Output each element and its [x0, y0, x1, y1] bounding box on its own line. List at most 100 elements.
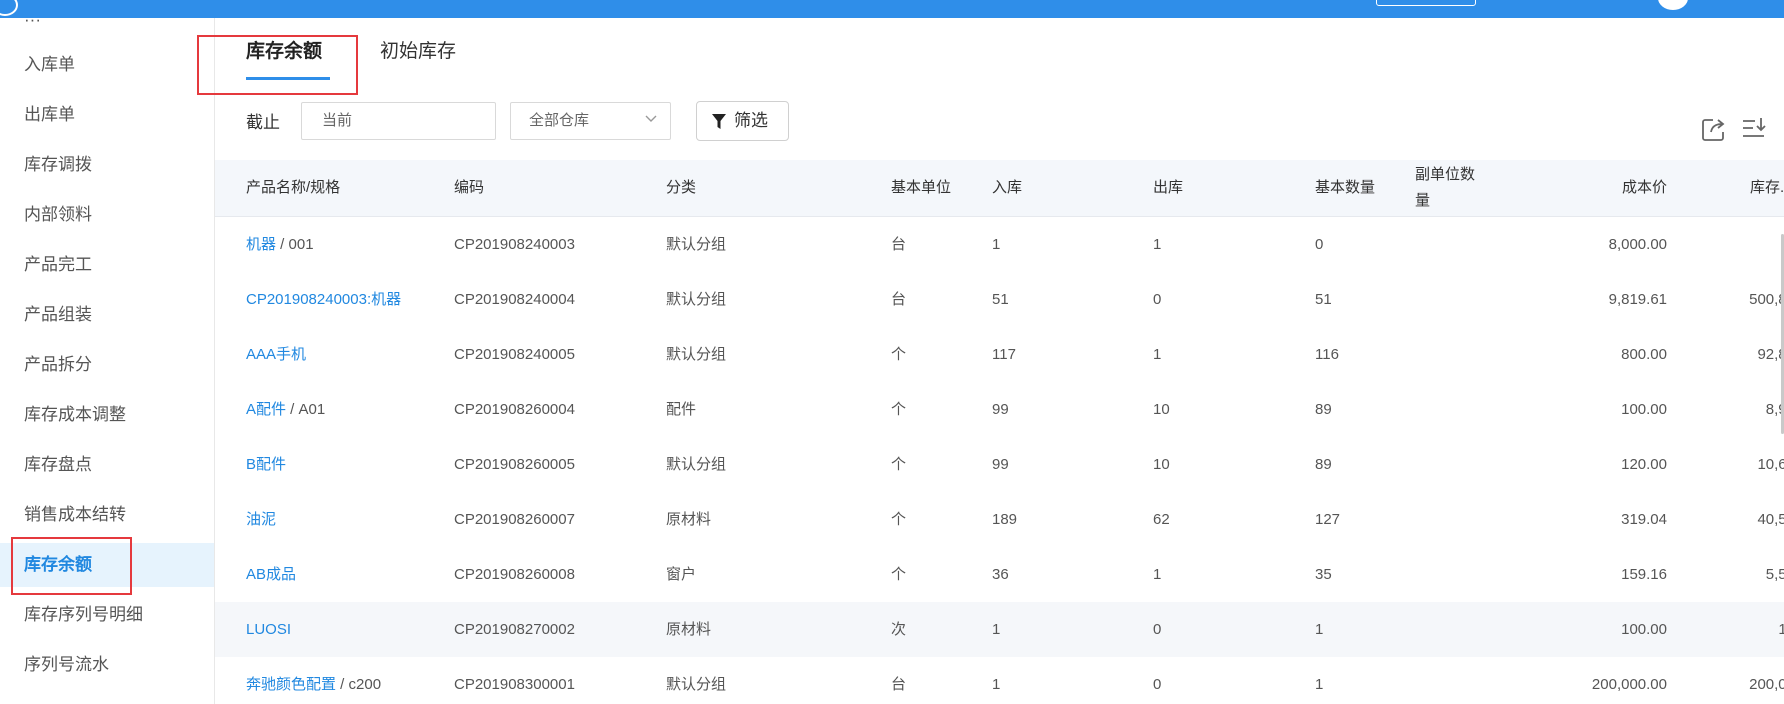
- sidebar-item-10[interactable]: 库存余额: [0, 543, 214, 587]
- cell-out: 1: [1153, 566, 1162, 583]
- product-spec: / A01: [286, 401, 326, 418]
- table-row[interactable]: AAA手机 CP201908240005 默认分组 个 117 1 116 800.00 92,…: [215, 327, 1784, 383]
- sidebar-item-11[interactable]: 库存序列号明细: [0, 593, 214, 637]
- product-name-link[interactable]: CP201908240003:机器: [246, 291, 401, 308]
- cell-cost: 120.00: [1621, 456, 1667, 473]
- table-row[interactable]: AB成品 CP201908260008 窗户 个 36 1 35 159.16 5,57: [215, 547, 1784, 603]
- cell-stock: 10: [1778, 621, 1784, 638]
- inventory-table: 产品名称/规格 编码 分类 基本单位 入库 出库 基本数量 副单位数量 成本价 …: [215, 160, 1784, 704]
- cell-qty: 116: [1315, 346, 1339, 363]
- product-name-link[interactable]: AAA手机: [246, 346, 306, 363]
- table-row[interactable]: 机器 / 001 CP201908240003 默认分组 台 1 1 0 8,000.00: [215, 217, 1784, 273]
- menu-icon[interactable]: [0, 0, 18, 16]
- avatar[interactable]: [1658, 0, 1688, 10]
- cell-out: 10: [1153, 456, 1170, 473]
- cell-out: 0: [1153, 291, 1162, 308]
- sidebar-item-9[interactable]: 销售成本结转: [0, 493, 214, 537]
- cell-cost: 9,819.61: [1608, 291, 1667, 308]
- col-header-in[interactable]: 入库: [992, 160, 1022, 216]
- table-row[interactable]: A配件 / A01 CP201908260004 配件 个 99 10 89 100.00 8,…: [215, 382, 1784, 438]
- export-icon[interactable]: [1700, 115, 1728, 143]
- tab-inventory-balance[interactable]: 库存余额: [246, 36, 322, 63]
- col-header-cost[interactable]: 成本价: [1601, 160, 1667, 216]
- product-name-link[interactable]: 机器: [246, 236, 276, 253]
- col-header-subqty[interactable]: 副单位数量: [1415, 162, 1485, 214]
- cell-cost: 159.16: [1621, 566, 1667, 583]
- sidebar-item-1[interactable]: 出库单: [0, 93, 214, 137]
- sidebar-item-8[interactable]: 库存盘点: [0, 443, 214, 487]
- product-name-cell: 机器 / 001: [246, 217, 314, 272]
- table-row[interactable]: B配件 CP201908260005 默认分组 个 99 10 89 120.00 10,68: [215, 437, 1784, 493]
- cell-unit: 次: [891, 621, 907, 638]
- col-header-stock[interactable]: 库存...: [1750, 160, 1784, 216]
- cell-qty: 127: [1315, 511, 1341, 528]
- product-name-link[interactable]: 油泥: [246, 511, 276, 528]
- col-header-qty[interactable]: 基本数量: [1315, 160, 1375, 216]
- table-row[interactable]: LUOSICP201908270002原材料次101100.0010: [215, 602, 1784, 658]
- product-spec: / c200: [336, 676, 382, 693]
- cell-out: 62: [1153, 511, 1170, 528]
- cell-unit: 台: [891, 676, 907, 693]
- sidebar-item-2[interactable]: 库存调拨: [0, 143, 214, 187]
- cell-cost: 8,000.00: [1608, 236, 1667, 253]
- cell-qty: 89: [1315, 401, 1332, 418]
- cell-in: 1: [992, 236, 1001, 253]
- table-row[interactable]: 奔驰颜色配置 / c200 CP201908300001 默认分组 台 1 0 1 200,0…: [215, 657, 1784, 704]
- sidebar-item-12[interactable]: 序列号流水: [0, 643, 214, 687]
- cell-code: CP201908300001: [454, 676, 575, 693]
- warehouse-select[interactable]: 全部仓库: [510, 102, 671, 140]
- cell-out: 10: [1153, 401, 1170, 418]
- top-bar: [0, 0, 1784, 18]
- product-name-link[interactable]: LUOSI: [246, 621, 291, 638]
- cell-code: CP201908240005: [454, 346, 575, 363]
- sort-icon[interactable]: [1740, 115, 1768, 143]
- cell-code: CP201908260008: [454, 566, 575, 583]
- cell-out: 1: [1153, 236, 1162, 253]
- cell-stock: 200,00: [1749, 676, 1784, 693]
- sidebar-item-3[interactable]: 内部领料: [0, 193, 214, 237]
- col-header-unit[interactable]: 基本单位: [891, 160, 951, 216]
- cell-stock: 5,57: [1765, 566, 1784, 583]
- product-name-link[interactable]: 奔驰颜色配置: [246, 676, 336, 693]
- cell-category: 默认分组: [666, 346, 727, 363]
- product-name-link[interactable]: B配件: [246, 456, 286, 473]
- date-input[interactable]: 当前: [301, 102, 496, 140]
- cell-code: CP201908240003: [454, 236, 575, 253]
- product-name-cell: B配件: [246, 437, 286, 492]
- cell-code: CP201908270002: [454, 621, 575, 638]
- product-name-cell: LUOSI: [246, 602, 291, 657]
- sidebar-item-clipped[interactable]: ···: [24, 18, 41, 30]
- top-bar-button[interactable]: [1376, 0, 1476, 6]
- sidebar-item-0[interactable]: 入库单: [0, 43, 214, 87]
- sidebar-item-7[interactable]: 库存成本调整: [0, 393, 214, 437]
- cell-cost: 100.00: [1621, 621, 1667, 638]
- tab-initial-inventory[interactable]: 初始库存: [380, 36, 456, 63]
- cell-in: 117: [992, 346, 1016, 363]
- sidebar-item-4[interactable]: 产品完工: [0, 243, 214, 287]
- sidebar: ··· 入库单出库单库存调拨内部领料产品完工产品组装产品拆分库存成本调整 库存盘点…: [0, 18, 215, 704]
- cell-unit: 个: [891, 511, 907, 528]
- filter-button-label: 筛选: [734, 111, 768, 130]
- table-row[interactable]: 油泥 CP201908260007 原材料 个 189 62 127 319.04 40,51: [215, 492, 1784, 548]
- cell-in: 99: [992, 456, 1009, 473]
- cell-cost: 319.04: [1621, 511, 1667, 528]
- cell-qty: 89: [1315, 456, 1332, 473]
- col-header-name[interactable]: 产品名称/规格: [246, 160, 340, 216]
- cell-unit: 个: [891, 401, 907, 418]
- sidebar-item-5[interactable]: 产品组装: [0, 293, 214, 337]
- cell-out: 0: [1153, 676, 1162, 693]
- table-row[interactable]: CP201908240003:机器 CP201908240004 默认分组 台 51 0 5…: [215, 272, 1784, 328]
- cell-out: 1: [1153, 346, 1162, 363]
- col-header-category[interactable]: 分类: [666, 160, 696, 216]
- sidebar-item-6[interactable]: 产品拆分: [0, 343, 214, 387]
- cell-in: 51: [992, 291, 1009, 308]
- product-name-cell: AAA手机: [246, 327, 306, 382]
- product-name-link[interactable]: A配件: [246, 401, 286, 418]
- filter-icon: [712, 114, 726, 129]
- cell-stock: 92,80: [1757, 346, 1784, 363]
- cell-code: CP201908260005: [454, 456, 575, 473]
- product-name-link[interactable]: AB成品: [246, 566, 296, 583]
- col-header-code[interactable]: 编码: [454, 160, 484, 216]
- col-header-out[interactable]: 出库: [1153, 160, 1183, 216]
- filter-button[interactable]: 筛选: [696, 101, 789, 141]
